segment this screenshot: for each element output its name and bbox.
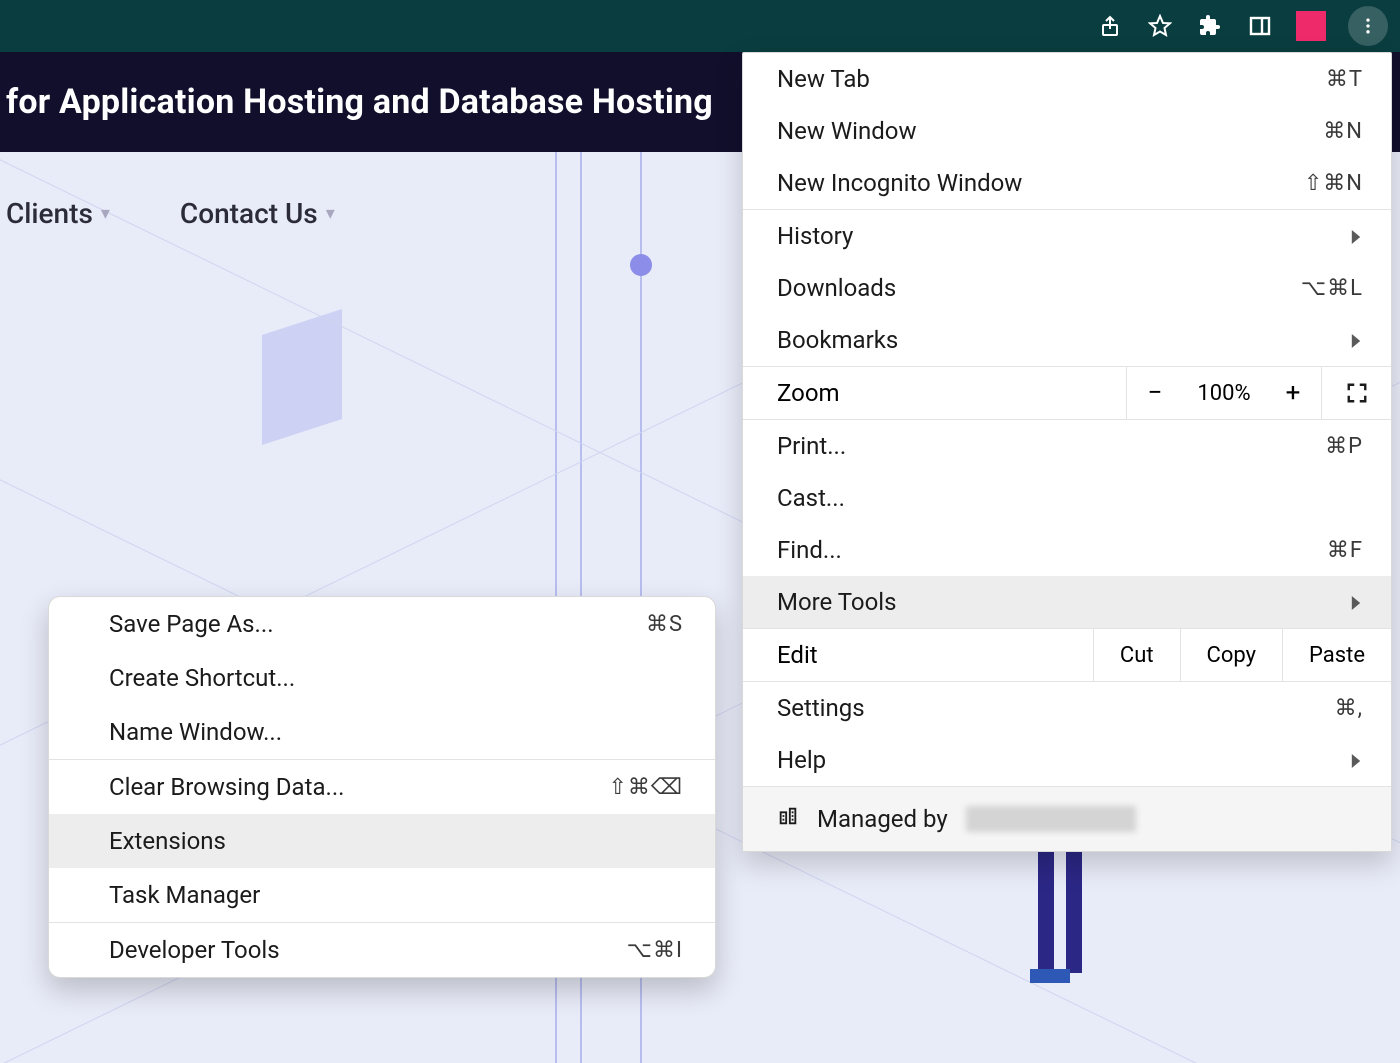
menu-item-new-tab[interactable]: New Tab ⌘T	[743, 53, 1391, 105]
chevron-right-icon	[1349, 326, 1363, 354]
menu-item-label: Cast...	[777, 484, 845, 512]
chevron-right-icon	[1349, 588, 1363, 616]
menu-item-shortcut: ⌥⌘L	[1301, 276, 1363, 301]
extensions-puzzle-icon[interactable]	[1196, 12, 1224, 40]
menu-item-edit: Edit Cut Copy Paste	[743, 629, 1391, 681]
browser-toolbar	[0, 0, 1400, 52]
submenu-item-clear-browsing-data[interactable]: Clear Browsing Data... ⇧⌘⌫	[49, 760, 715, 814]
submenu-item-shortcut: ⌘S	[646, 612, 683, 637]
menu-item-find[interactable]: Find... ⌘F	[743, 524, 1391, 576]
edit-cut-button[interactable]: Cut	[1093, 629, 1180, 681]
managed-by-org-redacted	[966, 806, 1136, 832]
menu-item-managed-by[interactable]: Managed by	[743, 787, 1391, 851]
menu-item-label: New Window	[777, 117, 916, 145]
menu-item-label: New Tab	[777, 65, 870, 93]
panel-icon[interactable]	[1246, 12, 1274, 40]
submenu-item-shortcut: ⇧⌘⌫	[608, 775, 683, 800]
submenu-item-name-window[interactable]: Name Window...	[49, 705, 715, 759]
menu-item-label: Print...	[777, 432, 846, 460]
menu-item-label: Downloads	[777, 274, 896, 302]
menu-item-label: Help	[777, 746, 826, 774]
menu-item-help[interactable]: Help	[743, 734, 1391, 786]
menu-item-zoom: Zoom − 100% +	[743, 367, 1391, 419]
menu-item-label: History	[777, 222, 853, 250]
caret-down-icon: ▾	[326, 203, 335, 224]
chrome-main-menu: New Tab ⌘T New Window ⌘N New Incognito W…	[742, 52, 1392, 852]
building-icon	[777, 805, 799, 833]
menu-item-label: New Incognito Window	[777, 169, 1022, 197]
nav-link-label: Clients	[6, 197, 93, 230]
menu-item-shortcut: ⌘P	[1325, 434, 1363, 459]
menu-item-more-tools[interactable]: More Tools	[743, 576, 1391, 628]
submenu-item-extensions[interactable]: Extensions	[49, 814, 715, 868]
fullscreen-button[interactable]	[1321, 367, 1391, 419]
submenu-item-create-shortcut[interactable]: Create Shortcut...	[49, 651, 715, 705]
edit-label: Edit	[743, 629, 1093, 681]
share-icon[interactable]	[1096, 12, 1124, 40]
menu-item-label: Settings	[777, 694, 865, 722]
menu-item-print[interactable]: Print... ⌘P	[743, 420, 1391, 472]
submenu-item-label: Task Manager	[109, 881, 260, 909]
menu-item-label: More Tools	[777, 588, 897, 616]
submenu-item-label: Create Shortcut...	[109, 664, 295, 692]
menu-item-history[interactable]: History	[743, 210, 1391, 262]
submenu-item-developer-tools[interactable]: Developer Tools ⌥⌘I	[49, 923, 715, 977]
menu-item-cast[interactable]: Cast...	[743, 472, 1391, 524]
profile-avatar[interactable]	[1296, 11, 1326, 41]
zoom-percent: 100%	[1183, 381, 1265, 406]
submenu-item-task-manager[interactable]: Task Manager	[49, 868, 715, 922]
chevron-right-icon	[1349, 222, 1363, 250]
menu-item-shortcut: ⇧⌘N	[1304, 171, 1363, 196]
submenu-item-save-page[interactable]: Save Page As... ⌘S	[49, 597, 715, 651]
menu-item-settings[interactable]: Settings ⌘,	[743, 682, 1391, 734]
submenu-item-label: Developer Tools	[109, 936, 280, 964]
submenu-item-label: Clear Browsing Data...	[109, 773, 345, 801]
nav-link-contact[interactable]: Contact Us ▾	[180, 197, 335, 230]
menu-item-shortcut: ⌘T	[1326, 67, 1363, 92]
menu-item-label: Bookmarks	[777, 326, 898, 354]
edit-paste-button[interactable]: Paste	[1282, 629, 1391, 681]
edit-copy-button[interactable]: Copy	[1180, 629, 1283, 681]
chrome-menu-button[interactable]	[1348, 6, 1388, 46]
menu-item-bookmarks[interactable]: Bookmarks	[743, 314, 1391, 366]
zoom-out-button[interactable]: −	[1127, 378, 1183, 408]
menu-item-shortcut: ⌘N	[1323, 119, 1363, 144]
menu-item-new-window[interactable]: New Window ⌘N	[743, 105, 1391, 157]
menu-item-shortcut: ⌘F	[1327, 538, 1363, 563]
more-tools-submenu: Save Page As... ⌘S Create Shortcut... Na…	[48, 596, 716, 978]
submenu-item-label: Name Window...	[109, 718, 282, 746]
zoom-label: Zoom	[743, 367, 1126, 419]
nav-link-label: Contact Us	[180, 197, 318, 230]
caret-down-icon: ▾	[101, 203, 110, 224]
chevron-right-icon	[1349, 746, 1363, 774]
submenu-item-label: Extensions	[109, 827, 226, 855]
managed-by-label: Managed by	[817, 805, 948, 833]
menu-item-downloads[interactable]: Downloads ⌥⌘L	[743, 262, 1391, 314]
banner-title: for Application Hosting and Database Hos…	[6, 82, 713, 122]
nav-link-clients[interactable]: Clients ▾	[6, 197, 110, 230]
menu-item-shortcut: ⌘,	[1335, 696, 1363, 721]
submenu-item-label: Save Page As...	[109, 610, 274, 638]
star-icon[interactable]	[1146, 12, 1174, 40]
menu-item-new-incognito[interactable]: New Incognito Window ⇧⌘N	[743, 157, 1391, 209]
menu-item-label: Find...	[777, 536, 842, 564]
submenu-item-shortcut: ⌥⌘I	[627, 938, 683, 963]
zoom-in-button[interactable]: +	[1265, 378, 1321, 408]
